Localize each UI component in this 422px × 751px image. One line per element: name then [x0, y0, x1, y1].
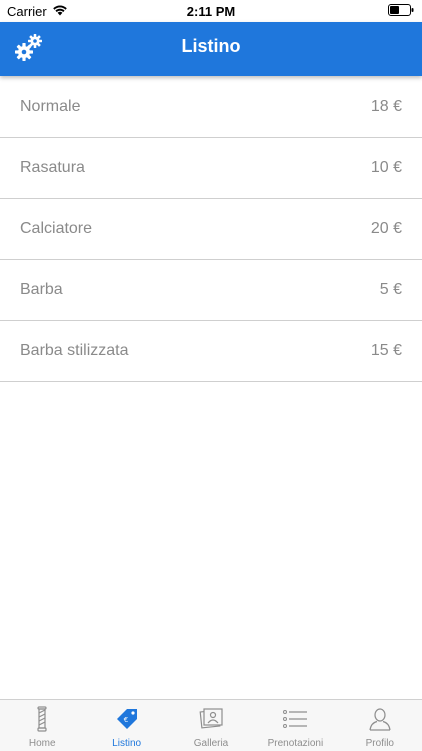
tab-label: Galleria: [193, 738, 229, 749]
tab-prenotazioni[interactable]: Prenotazioni: [253, 700, 337, 751]
tab-home[interactable]: Home: [0, 700, 84, 751]
list-item[interactable]: Barba stilizzata 15 €: [0, 321, 422, 382]
barber-pole-icon: [28, 705, 56, 733]
item-name: Barba: [20, 281, 63, 298]
tab-listino[interactable]: € Listino: [84, 700, 168, 751]
item-price: 15 €: [370, 342, 402, 359]
tab-profilo[interactable]: Profilo: [338, 700, 422, 751]
navigation-bar: Listino: [0, 22, 422, 76]
status-bar: Carrier 2:11 PM: [0, 0, 422, 22]
item-price: 10 €: [370, 159, 402, 176]
list-item[interactable]: Barba 5 €: [0, 260, 422, 321]
svg-text:€: €: [123, 716, 127, 724]
tab-label: Prenotazioni: [267, 738, 324, 749]
item-name: Normale: [20, 98, 81, 115]
tab-label: Home: [28, 738, 56, 749]
item-name: Barba stilizzata: [20, 342, 129, 359]
item-name: Calciatore: [20, 220, 93, 237]
list-item[interactable]: Rasatura 10 €: [0, 138, 422, 199]
page-title: Listino: [181, 36, 241, 56]
price-list: Normale 18 € Rasatura 10 € Calciatore 20…: [0, 77, 422, 382]
user-icon: [366, 705, 394, 733]
photos-icon: [197, 705, 225, 733]
status-time: 2:11 PM: [186, 4, 236, 19]
list-icon: [281, 705, 309, 733]
item-price: 18 €: [370, 98, 402, 115]
item-price: 5 €: [379, 281, 402, 298]
tab-label: Listino: [112, 738, 142, 749]
tab-galleria[interactable]: Galleria: [169, 700, 253, 751]
list-item[interactable]: Normale 18 €: [0, 77, 422, 138]
battery-icon: [388, 4, 414, 19]
price-tag-icon: €: [113, 705, 141, 733]
list-item[interactable]: Calciatore 20 €: [0, 199, 422, 260]
tab-label: Profilo: [365, 738, 394, 749]
item-name: Rasatura: [20, 159, 85, 176]
item-price: 20 €: [370, 220, 402, 237]
tab-bar: Home € Listino Galleria Prenotazioni Pro…: [0, 699, 422, 751]
